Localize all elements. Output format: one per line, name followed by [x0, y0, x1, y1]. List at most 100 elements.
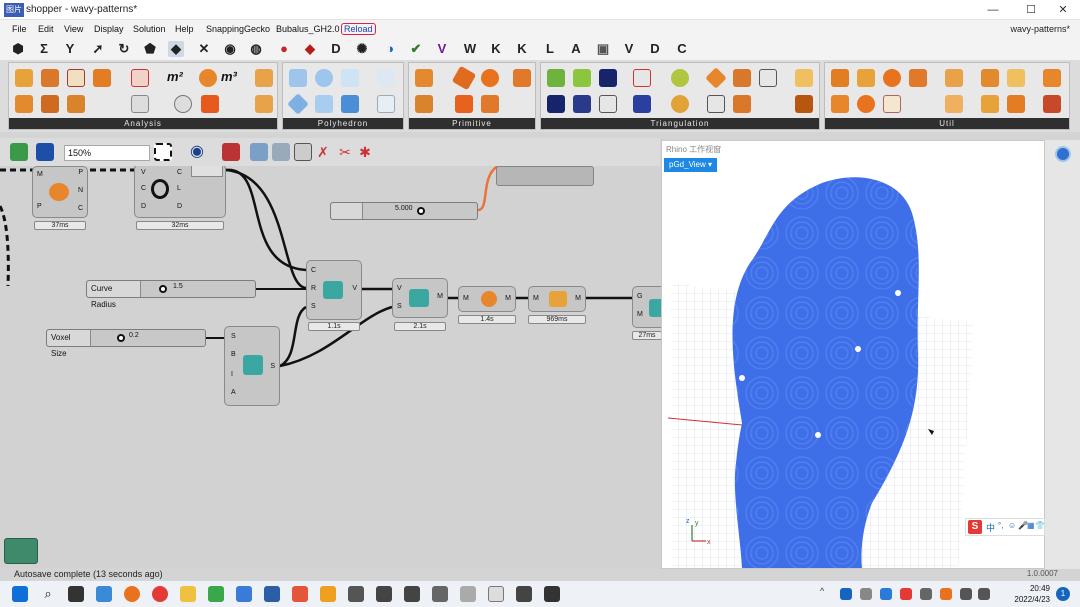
util-icon[interactable] [857, 69, 875, 87]
gh-component-node[interactable]: M M [458, 286, 516, 312]
close-button[interactable]: ✕ [1048, 2, 1078, 18]
ime-logo-icon[interactable]: S [968, 520, 982, 534]
primitive-icon[interactable] [415, 69, 433, 87]
taskbar-app-icon[interactable] [348, 586, 364, 602]
primitive-icon[interactable] [455, 95, 473, 113]
globe-icon[interactable] [1055, 146, 1071, 162]
polyhedron-icon[interactable] [287, 93, 309, 115]
polyhedron-icon[interactable] [341, 69, 359, 87]
analysis-tool-icon[interactable] [41, 69, 59, 87]
tab-params-icon[interactable]: ⬢ [10, 41, 26, 57]
input-port[interactable]: I [231, 371, 233, 378]
zoom-level-input[interactable]: 150% [64, 145, 150, 161]
tray-app-icon[interactable] [920, 588, 932, 600]
tab-plugin-star-icon[interactable]: ✺ [354, 41, 370, 57]
ime-punctuation-icon[interactable]: °, [998, 521, 1003, 530]
disable-icon[interactable]: ✱ [356, 143, 374, 161]
gh-component-node[interactable]: M P P N C [32, 166, 88, 218]
analysis-tool-icon[interactable] [67, 95, 85, 113]
preview-mode-icon[interactable] [272, 143, 290, 161]
gh-component-node[interactable]: M M [528, 286, 586, 312]
tab-plugin-check-icon[interactable]: ✔ [408, 41, 424, 57]
preview-eye-icon[interactable]: ◉ [188, 143, 206, 161]
util-icon[interactable] [945, 95, 963, 113]
input-port[interactable]: C [141, 185, 146, 192]
gh-component-node[interactable]: V C D C L D [134, 166, 226, 218]
triangulation-icon[interactable] [599, 95, 617, 113]
disable-icon[interactable]: ✗ [314, 143, 332, 161]
tab-sets-icon[interactable]: Y [62, 41, 78, 57]
analysis-tool-icon[interactable] [93, 69, 111, 87]
rhino-taskbar-icon[interactable] [376, 586, 392, 602]
triangulation-icon[interactable] [671, 69, 689, 87]
polyhedron-icon[interactable] [377, 69, 395, 87]
panel-output-node[interactable] [496, 166, 594, 186]
analysis-tool-icon[interactable] [174, 95, 192, 113]
tray-app-icon[interactable] [840, 588, 852, 600]
util-icon[interactable] [909, 69, 927, 87]
util-icon[interactable] [883, 69, 901, 87]
task-view-icon[interactable] [68, 586, 84, 602]
tray-app-icon[interactable] [940, 588, 952, 600]
tab-intersect-icon[interactable]: ✕ [196, 41, 212, 57]
output-port[interactable]: S [270, 363, 275, 370]
input-port[interactable]: M [37, 171, 43, 178]
polyhedron-icon[interactable] [315, 69, 333, 87]
taskbar-app-icon[interactable] [264, 586, 280, 602]
tray-app-icon[interactable] [880, 588, 892, 600]
util-icon[interactable] [883, 95, 901, 113]
tab-c[interactable]: C [674, 41, 690, 57]
save-file-icon[interactable] [36, 143, 54, 161]
tab-w[interactable]: W [462, 41, 478, 57]
polyhedron-icon[interactable] [315, 95, 333, 113]
triangulation-icon[interactable] [733, 69, 751, 87]
chrome-icon[interactable] [152, 586, 168, 602]
minimize-button[interactable]: — [978, 2, 1008, 18]
taskbar-app-icon[interactable] [96, 586, 112, 602]
triangulation-icon[interactable] [795, 69, 813, 87]
gh-component-node[interactable]: S B I A S [224, 326, 280, 406]
viewport-tab-menu-icon[interactable]: ▾ [708, 160, 712, 169]
ime-emoji-icon[interactable]: ☺ [1008, 521, 1016, 530]
polyhedron-icon[interactable] [341, 95, 359, 113]
input-port[interactable]: M [637, 311, 643, 318]
tab-curve-icon[interactable]: ↻ [116, 41, 132, 57]
output-port[interactable]: C [78, 205, 83, 212]
tab-a[interactable]: A [568, 41, 584, 57]
file-explorer-icon[interactable] [180, 586, 196, 602]
primitive-icon[interactable] [481, 95, 499, 113]
preview-mode-icon[interactable] [250, 143, 268, 161]
tray-app-icon[interactable] [900, 588, 912, 600]
menu-edit[interactable]: Edit [38, 24, 54, 34]
slider-grip[interactable] [417, 207, 425, 215]
util-icon[interactable] [857, 95, 875, 113]
menu-file[interactable]: File [12, 24, 27, 34]
tab-l[interactable]: L [542, 41, 558, 57]
analysis-tool-icon[interactable] [15, 95, 33, 113]
triangulation-icon[interactable] [547, 69, 565, 87]
maximize-button[interactable]: ☐ [1016, 2, 1046, 18]
output-port[interactable]: L [177, 185, 181, 192]
analysis-tool-icon[interactable] [131, 69, 149, 87]
taskbar-app-icon[interactable] [432, 586, 448, 602]
gh-component-node[interactable]: G M [632, 286, 662, 328]
primitive-icon[interactable] [481, 69, 499, 87]
viewport-tab[interactable]: pGd_View ▾ [664, 158, 718, 172]
input-port[interactable]: A [231, 389, 236, 396]
tab-plugin-d-icon[interactable]: D [328, 41, 344, 57]
volume-icon[interactable]: m³ [221, 69, 237, 84]
util-icon[interactable] [1043, 69, 1061, 87]
ime-toolbar[interactable]: S 中 °, ☺ 🎤 ▦ 👕 [965, 518, 1045, 536]
tab-plugin-red-icon[interactable]: ● [276, 41, 292, 57]
gh-component-node[interactable]: C R S V [306, 260, 362, 320]
util-icon[interactable] [945, 69, 963, 87]
triangulation-icon[interactable] [707, 95, 725, 113]
sketch-pen-icon[interactable] [222, 143, 240, 161]
search-icon[interactable]: ⌕ [40, 586, 56, 602]
util-icon[interactable] [831, 69, 849, 87]
util-icon[interactable] [1007, 95, 1025, 113]
input-port[interactable]: S [311, 303, 316, 310]
tab-maths-icon[interactable]: Σ [36, 41, 52, 57]
triangulation-icon[interactable] [671, 95, 689, 113]
viewport-3d-view[interactable]: y x z [662, 173, 1044, 568]
